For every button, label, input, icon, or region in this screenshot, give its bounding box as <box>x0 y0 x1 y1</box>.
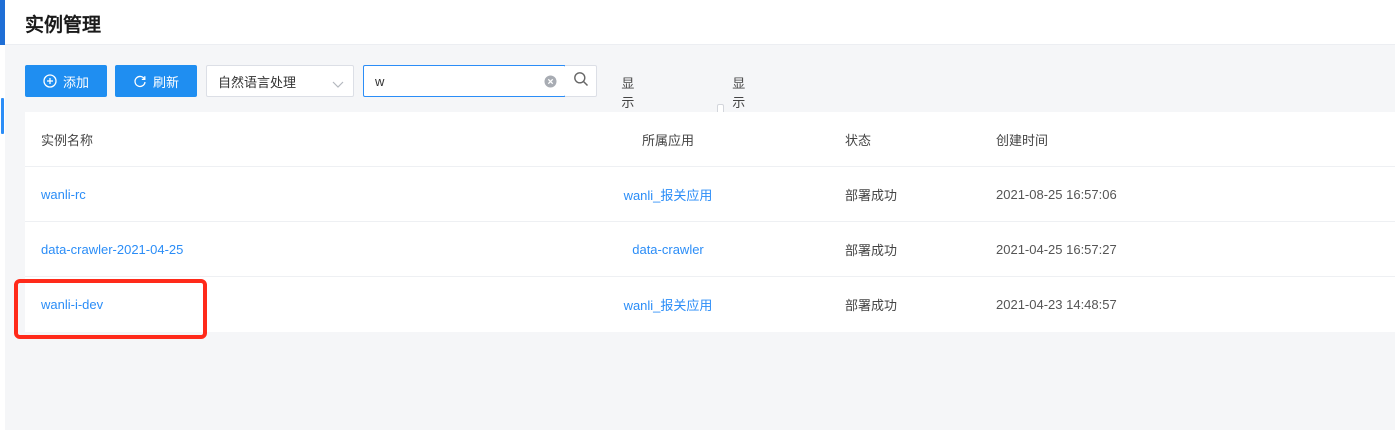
instance-name-link[interactable]: wanli-i-dev <box>41 277 103 332</box>
column-header-status: 状态 <box>845 132 872 148</box>
table-row: data-crawler-2021-04-25 data-crawler 部署成… <box>25 222 1395 277</box>
plus-circle-icon <box>43 74 57 88</box>
status-text: 部署成功 <box>845 187 898 203</box>
instance-name-link[interactable]: wanli-rc <box>41 167 86 221</box>
page-header: 实例管理 <box>0 0 1395 45</box>
status-text: 部署成功 <box>845 298 898 313</box>
instance-name-link[interactable]: data-crawler-2021-04-25 <box>41 222 183 276</box>
refresh-button[interactable]: 刷新 <box>115 65 197 97</box>
created-time: 2021-08-25 16:57:06 <box>996 186 1117 202</box>
status-text: 部署成功 <box>845 242 898 258</box>
app-name-link[interactable]: data-crawler <box>568 222 768 276</box>
app-name-link[interactable]: wanli_报关应用 <box>568 277 768 332</box>
category-select-value: 自然语言处理 <box>218 74 297 90</box>
search-input-wrapper <box>363 65 566 97</box>
refresh-icon <box>133 74 147 88</box>
page-title: 实例管理 <box>25 15 102 36</box>
column-header-created: 创建时间 <box>996 132 1049 148</box>
app-name-link[interactable]: wanli_报关应用 <box>568 167 768 221</box>
search-input[interactable] <box>364 67 534 95</box>
category-select[interactable]: 自然语言处理 <box>206 65 354 97</box>
chevron-down-icon <box>332 77 344 92</box>
header-accent-bar <box>0 0 5 45</box>
add-button[interactable]: 添加 <box>25 65 107 97</box>
clear-circle-icon[interactable] <box>544 75 557 93</box>
instances-table: 实例名称 所属应用 状态 创建时间 wanli-rc wanli_报关应用 部署… <box>25 112 1395 332</box>
instance-management-page: 实例管理 添加 刷新 自然语言处理 w 显示 显示 实例名称 所属应用 状态 创… <box>0 0 1395 430</box>
search-button[interactable] <box>565 65 597 97</box>
created-time: 2021-04-25 16:57:27 <box>996 241 1117 257</box>
add-button-label: 添加 <box>62 74 89 90</box>
left-nav-marker <box>1 98 4 134</box>
refresh-button-label: 刷新 <box>152 74 179 90</box>
column-header-app: 所属应用 <box>641 132 694 148</box>
column-header-name: 实例名称 <box>41 132 94 148</box>
search-icon <box>573 71 589 92</box>
table-row: wanli-rc wanli_报关应用 部署成功 2021-08-25 16:5… <box>25 167 1395 222</box>
table-header-row: 实例名称 所属应用 状态 创建时间 <box>25 112 1395 167</box>
created-time: 2021-04-23 14:48:57 <box>996 297 1117 312</box>
table-row: wanli-i-dev wanli_报关应用 部署成功 2021-04-23 1… <box>25 277 1395 332</box>
